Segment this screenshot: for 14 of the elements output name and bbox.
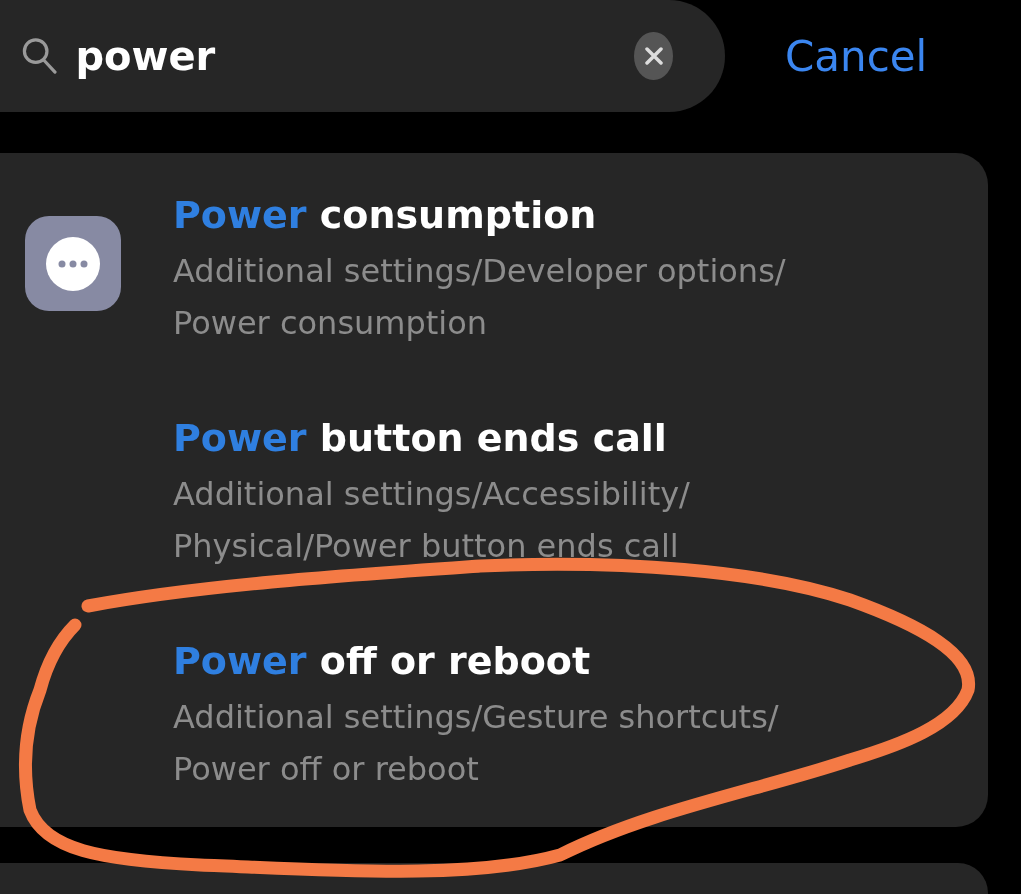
result-path: Power consumption — [173, 303, 489, 344]
cancel-button[interactable]: Cancel — [785, 31, 928, 81]
close-icon — [644, 47, 663, 65]
clear-button[interactable] — [634, 32, 673, 80]
result-path: Additional settings/Gesture shortcuts/ — [173, 697, 779, 738]
search-bar[interactable]: power — [0, 0, 725, 112]
result-path: Additional settings/Developer options/ — [173, 251, 786, 292]
result-title[interactable]: Power consumption — [173, 190, 786, 240]
result-path: Power off or reboot — [173, 749, 480, 790]
search-field[interactable]: power — [75, 33, 635, 79]
result-title[interactable]: Power off or reboot — [173, 636, 779, 686]
result-path: Additional settings/Accessibility/ — [173, 474, 690, 515]
result-title[interactable]: Power button ends call — [173, 413, 690, 463]
result-path: Physical/Power button ends call — [173, 526, 680, 567]
